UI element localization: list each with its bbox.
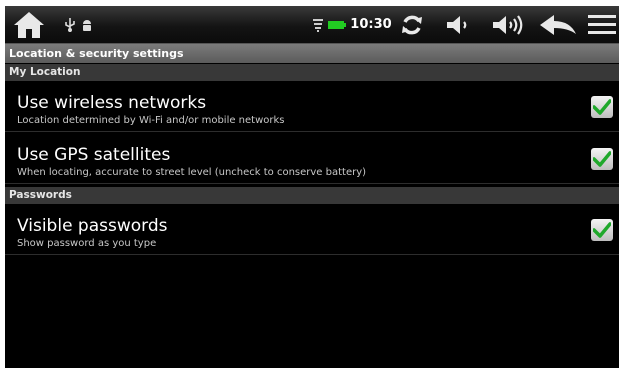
back-icon[interactable] [537,6,579,43]
volume-up-icon[interactable] [489,6,529,43]
usb-icon [63,6,77,43]
device-screen: 10:30 Location & security settings My Lo… [5,6,619,368]
check-icon [593,222,611,238]
pref-summary: Show password as you type [17,238,157,249]
volume-down-icon[interactable] [443,6,473,43]
check-icon [593,151,611,167]
pref-visible-passwords[interactable]: Visible passwords Show password as you t… [5,206,619,255]
status-bar: 10:30 [5,6,619,44]
menu-icon[interactable] [587,6,617,43]
home-icon[interactable] [9,6,49,43]
pref-use-wireless-networks[interactable]: Use wireless networks Location determine… [5,83,619,132]
clock: 10:30 [350,17,392,32]
gps-satellites-checkbox[interactable] [591,148,613,170]
page-title: Location & security settings [5,44,619,63]
check-icon [593,99,611,115]
android-icon [80,6,94,43]
section-header-my-location: My Location [5,64,619,81]
battery-icon [327,6,347,43]
visible-passwords-checkbox[interactable] [591,219,613,241]
pref-title: Visible passwords [17,216,168,236]
pref-title: Use GPS satellites [17,145,171,165]
wireless-networks-checkbox[interactable] [591,96,613,118]
sync-icon[interactable] [395,6,429,43]
pref-summary: When locating, accurate to street level … [17,167,367,178]
section-header-passwords: Passwords [5,187,619,204]
wifi-icon [313,6,323,43]
pref-title: Use wireless networks [17,93,207,113]
pref-summary: Location determined by Wi-Fi and/or mobi… [17,115,285,126]
pref-use-gps-satellites[interactable]: Use GPS satellites When locating, accura… [5,135,619,184]
